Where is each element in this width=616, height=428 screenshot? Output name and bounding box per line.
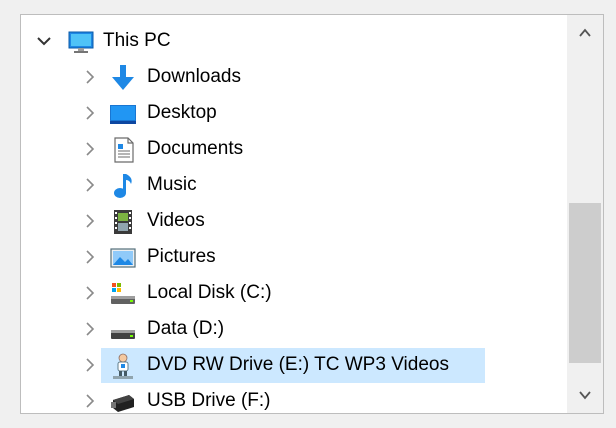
tree-item-label: Local Disk (C:) (147, 282, 272, 303)
tree-item-this-pc[interactable]: This PC (21, 23, 567, 59)
pictures-icon (110, 248, 136, 268)
tree-item-label: This PC (103, 30, 171, 51)
chevron-up-icon (579, 28, 591, 37)
videos-icon (114, 210, 132, 234)
chevron-right-icon[interactable] (81, 248, 99, 266)
chevron-down-icon (579, 391, 591, 400)
tree-item-label: Documents (147, 138, 244, 159)
tree-item-music[interactable]: Music (21, 167, 567, 203)
dvd-drive-icon (113, 353, 133, 379)
tree-item-documents[interactable]: Documents (21, 131, 567, 167)
folder-tree: This PC Downloads Desktop Documents Musi… (21, 15, 567, 413)
chevron-right-icon[interactable] (81, 212, 99, 230)
scroll-up-button[interactable] (567, 15, 603, 51)
downloads-icon (112, 65, 134, 90)
tree-item-data-d[interactable]: Data (D:) (21, 311, 567, 347)
tree-item-videos[interactable]: Videos (21, 203, 567, 239)
tree-item-label: Pictures (147, 246, 216, 267)
drive-icon (111, 330, 135, 339)
tree-item-label: Videos (147, 210, 205, 231)
navigation-pane: This PC Downloads Desktop Documents Musi… (20, 14, 604, 414)
desktop-icon (110, 105, 136, 124)
chevron-right-icon[interactable] (81, 176, 99, 194)
chevron-right-icon[interactable] (81, 104, 99, 122)
chevron-right-icon[interactable] (81, 140, 99, 158)
usb-drive-icon (111, 395, 134, 412)
scrollbar-thumb[interactable] (569, 203, 601, 363)
documents-icon (114, 137, 134, 163)
tree-item-desktop[interactable]: Desktop (21, 95, 567, 131)
chevron-right-icon[interactable] (81, 392, 99, 410)
chevron-down-icon[interactable] (35, 32, 53, 50)
local-disk-icon (111, 283, 135, 304)
vertical-scrollbar[interactable] (567, 15, 603, 413)
music-icon (114, 174, 132, 198)
tree-item-label: Downloads (147, 66, 241, 87)
chevron-right-icon[interactable] (81, 68, 99, 86)
tree-item-label: Desktop (147, 102, 217, 123)
scroll-down-button[interactable] (567, 377, 603, 413)
tree-item-local-disk-c[interactable]: Local Disk (C:) (21, 275, 567, 311)
chevron-right-icon[interactable] (81, 284, 99, 302)
tree-item-label: Data (D:) (147, 318, 225, 339)
tree-item-usb-drive-f[interactable]: USB Drive (F:) (21, 383, 567, 413)
tree-item-downloads[interactable]: Downloads (21, 59, 567, 95)
tree-item-label: USB Drive (F:) (147, 390, 271, 411)
tree-item-label: DVD RW Drive (E:) TC WP3 Videos (147, 354, 449, 375)
tree-item-dvd-drive-e[interactable]: DVD RW Drive (E:) TC WP3 Videos (21, 347, 567, 383)
tree-item-pictures[interactable]: Pictures (21, 239, 567, 275)
monitor-icon (68, 31, 94, 53)
tree-item-label: Music (147, 174, 197, 195)
chevron-right-icon[interactable] (81, 320, 99, 338)
chevron-right-icon[interactable] (81, 356, 99, 374)
